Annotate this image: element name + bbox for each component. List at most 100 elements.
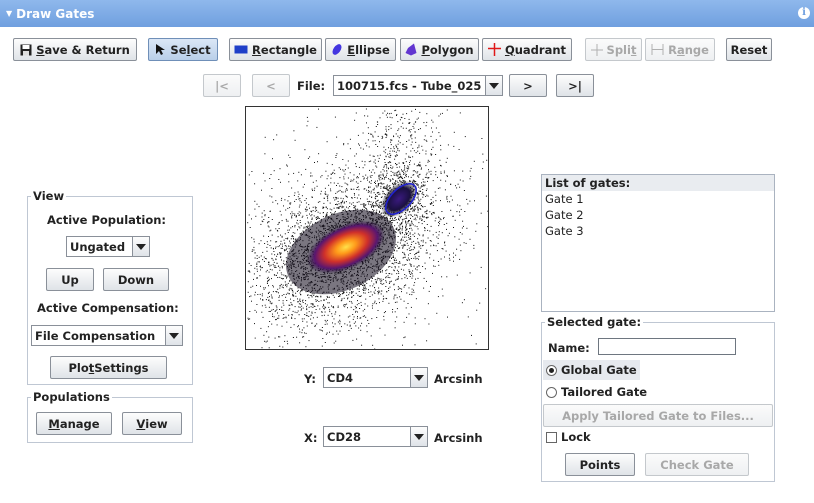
- manage-populations-button[interactable]: Manage: [36, 412, 112, 435]
- plot-settings-button[interactable]: Plo t Settings: [50, 356, 167, 379]
- event-dot: [279, 276, 281, 278]
- gate-list-item[interactable]: Gate 3: [542, 223, 774, 239]
- event-dot: [409, 232, 411, 234]
- previous-file-button[interactable]: <: [252, 74, 290, 97]
- last-file-button[interactable]: >|: [556, 74, 594, 97]
- event-dot: [402, 246, 404, 248]
- event-dot: [266, 269, 268, 271]
- event-dot: [406, 113, 408, 115]
- event-dot: [423, 139, 425, 141]
- event-dot: [291, 214, 293, 216]
- event-dot: [294, 318, 296, 320]
- global-gate-radio[interactable]: Global Gate: [543, 360, 640, 380]
- event-dot: [378, 193, 380, 195]
- chevron-down-icon[interactable]: [410, 427, 427, 446]
- density-plot-canvas[interactable]: [246, 107, 489, 350]
- event-dot: [311, 218, 313, 220]
- gate-name-input[interactable]: [598, 338, 736, 355]
- event-dot: [382, 300, 384, 302]
- file-select[interactable]: 100715.fcs - Tube_025: [333, 75, 503, 96]
- event-dot: [335, 157, 337, 158]
- event-dot: [282, 278, 284, 280]
- active-population-select[interactable]: Ungated: [66, 236, 150, 257]
- gate-list-item[interactable]: Gate 2: [542, 207, 774, 223]
- event-dot: [431, 153, 433, 155]
- event-dot: [441, 232, 443, 234]
- chevron-down-icon[interactable]: [410, 368, 427, 387]
- next-file-button[interactable]: >: [509, 74, 547, 97]
- event-dot: [258, 261, 260, 263]
- draw-gates-header[interactable]: ▼ Draw Gates i: [0, 0, 814, 27]
- event-dot: [368, 190, 370, 192]
- event-dot: [385, 114, 387, 116]
- event-dot: [419, 203, 421, 204]
- event-dot: [406, 316, 408, 318]
- reset-button[interactable]: Reset: [726, 38, 772, 61]
- quadrant-tool-button[interactable]: Quadrant: [482, 38, 572, 61]
- y-axis-parameter-select[interactable]: CD4: [323, 367, 428, 388]
- event-dot: [276, 262, 278, 264]
- event-dot: [359, 173, 360, 175]
- event-dot: [273, 265, 275, 267]
- event-dot: [412, 174, 414, 176]
- event-dot: [256, 311, 257, 313]
- event-dot: [408, 247, 410, 249]
- density-plot[interactable]: [245, 106, 489, 350]
- event-dot: [415, 141, 417, 143]
- triangle-down-icon[interactable]: ▼: [6, 9, 12, 18]
- gate-list-item[interactable]: Gate 1: [542, 191, 774, 207]
- apply-tailored-gate-button[interactable]: Apply Tailored Gate to Files...: [543, 404, 773, 427]
- active-compensation-select[interactable]: File Compensation: [31, 325, 183, 346]
- event-dot: [287, 220, 289, 222]
- up-button[interactable]: Up: [46, 268, 94, 291]
- points-button[interactable]: Points: [565, 453, 635, 476]
- event-dot: [363, 290, 365, 291]
- event-dot: [312, 304, 314, 306]
- first-file-button[interactable]: |<: [203, 74, 241, 97]
- polygon-tool-button[interactable]: Polygon: [400, 38, 479, 61]
- check-gate-button[interactable]: Check Gate: [645, 453, 749, 476]
- info-icon[interactable]: i: [798, 7, 810, 19]
- chevron-down-icon[interactable]: [132, 237, 149, 256]
- event-dot: [315, 296, 317, 298]
- tailored-gate-radio[interactable]: Tailored Gate: [543, 382, 650, 402]
- view-populations-button[interactable]: View: [122, 412, 182, 435]
- event-dot: [339, 177, 341, 179]
- split-button[interactable]: Spli t: [585, 38, 642, 61]
- event-dot: [467, 203, 469, 205]
- event-dot: [297, 326, 299, 328]
- lock-checkbox[interactable]: Lock: [546, 430, 591, 444]
- event-dot: [329, 309, 331, 311]
- chevron-down-icon[interactable]: [485, 76, 502, 95]
- event-dot: [284, 250, 285, 252]
- rectangle-tool-button[interactable]: Rectangle: [229, 38, 322, 61]
- x-axis-parameter-select[interactable]: CD28: [323, 426, 428, 447]
- down-button[interactable]: Down: [103, 268, 169, 291]
- event-dot: [371, 294, 373, 296]
- event-dot: [397, 230, 399, 232]
- event-dot: [486, 159, 488, 161]
- event-dot: [402, 264, 404, 266]
- event-dot: [341, 206, 343, 208]
- event-dot: [268, 264, 270, 265]
- event-dot: [304, 200, 306, 201]
- chevron-down-icon[interactable]: [165, 326, 182, 345]
- gates-list[interactable]: List of gates: Gate 1 Gate 2 Gate 3: [541, 174, 775, 312]
- event-dot: [396, 278, 398, 280]
- event-dot: [418, 222, 420, 224]
- event-dot: [406, 141, 408, 142]
- event-dot: [350, 301, 352, 303]
- event-dot: [294, 232, 296, 234]
- event-dot: [337, 321, 339, 323]
- event-dot: [250, 265, 252, 266]
- ellipse-icon: [331, 43, 343, 56]
- select-tool-button[interactable]: Se l ect: [148, 38, 218, 61]
- range-button[interactable]: Ra nge: [645, 38, 715, 61]
- ellipse-tool-button[interactable]: Ellipse: [325, 38, 396, 61]
- save-return-button[interactable]: Save & Return: [13, 38, 137, 61]
- event-dot: [381, 135, 383, 137]
- event-dot: [415, 152, 417, 154]
- event-dot: [402, 178, 404, 179]
- event-dot: [298, 171, 300, 173]
- event-dot: [355, 325, 357, 327]
